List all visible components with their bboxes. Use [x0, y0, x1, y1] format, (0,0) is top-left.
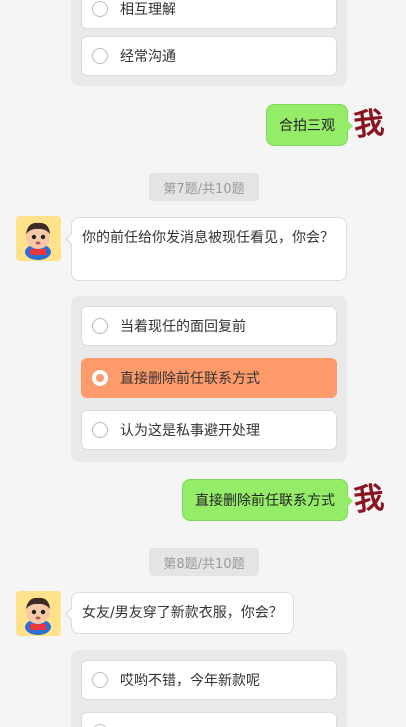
my-answer-text: 直接删除前任联系方式	[195, 493, 335, 509]
question-text: 女友/男友穿了新款衣服，你会？	[82, 604, 283, 621]
q8-option-2[interactable]	[81, 712, 337, 727]
q6-option-1[interactable]: 相互理解	[81, 0, 337, 29]
progress-text: 第8题/共10题	[163, 556, 245, 572]
radio-icon	[92, 318, 108, 334]
radio-icon	[92, 672, 108, 688]
cartoon-kid-icon	[16, 216, 61, 261]
progress-tag: 第8题/共10题	[149, 548, 259, 576]
option-label: 当着现任的面回复前	[120, 319, 246, 335]
my-avatar: 我	[352, 480, 386, 519]
progress-tag: 第7题/共10题	[149, 173, 259, 201]
question-bubble: 女友/男友穿了新款衣服，你会？	[65, 592, 294, 634]
my-answer-bubble: 合拍三观	[266, 104, 353, 146]
progress-text: 第7题/共10题	[163, 181, 245, 197]
q7-option-1[interactable]: 当着现任的面回复前	[81, 306, 337, 346]
q7-option-3[interactable]: 认为这是私事避开处理	[81, 410, 337, 450]
my-answer-text: 合拍三观	[279, 118, 335, 134]
option-label: 认为这是私事避开处理	[120, 423, 260, 439]
option-label: 哎哟不错，今年新款呢	[120, 673, 260, 689]
radio-icon	[92, 48, 108, 64]
bot-avatar	[16, 216, 61, 261]
question-bubble: 你的前任给你发消息被现任看见，你会？	[65, 217, 347, 281]
option-label: 直接删除前任联系方式	[120, 371, 260, 387]
question-text: 你的前任给你发消息被现任看见，你会？	[82, 230, 334, 246]
q7-option-2[interactable]: 直接删除前任联系方式	[81, 358, 337, 398]
radio-icon	[92, 422, 108, 438]
q6-options-panel: 相互理解 经常沟通	[71, 0, 347, 86]
cartoon-kid-icon	[16, 591, 61, 636]
option-label: 相互理解	[120, 2, 176, 18]
bot-avatar	[16, 591, 61, 636]
my-avatar: 我	[352, 105, 386, 144]
q6-option-2[interactable]: 经常沟通	[81, 36, 337, 76]
q7-options-panel: 当着现任的面回复前 直接删除前任联系方式 认为这是私事避开处理	[71, 296, 347, 462]
q8-options-panel: 哎哟不错，今年新款呢	[71, 650, 347, 727]
my-answer-bubble: 直接删除前任联系方式	[182, 479, 353, 521]
q8-option-1[interactable]: 哎哟不错，今年新款呢	[81, 660, 337, 700]
radio-selected-icon	[92, 370, 108, 386]
option-label: 经常沟通	[120, 49, 176, 65]
radio-icon	[92, 1, 108, 17]
